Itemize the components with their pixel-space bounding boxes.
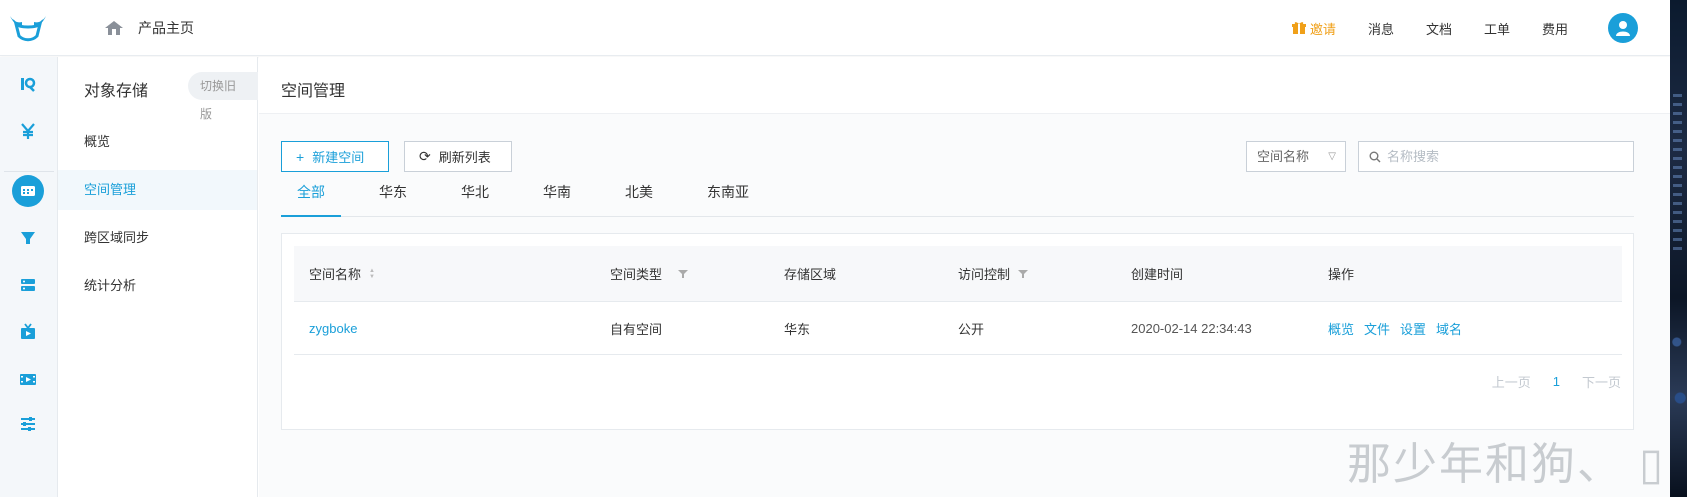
gift-icon (1291, 22, 1306, 34)
page-title: 空间管理 (281, 83, 346, 100)
column-header-type: 空间类型 (610, 246, 689, 301)
page-number-current[interactable]: 1 (1553, 374, 1560, 389)
column-header-created: 创建时间 (1131, 267, 1184, 282)
page-header: 空间管理 (259, 57, 1670, 114)
cdn-icon[interactable] (13, 222, 43, 252)
tab-east-china[interactable]: 华东 (363, 180, 423, 216)
bucket-name-link[interactable]: zygboke (309, 302, 357, 354)
search-icon (1369, 151, 1381, 162)
video-icon[interactable] (13, 364, 43, 394)
home-icon (105, 21, 123, 35)
column-header-name[interactable]: 空间名称 ▲ ▼ (309, 246, 375, 301)
chevron-down-icon: ▽ (1328, 151, 1336, 162)
tab-all[interactable]: 全部 (281, 180, 341, 217)
action-files-link[interactable]: 文件 (1364, 319, 1390, 338)
pagination: 上一页 1 下一页 (1470, 372, 1621, 391)
sidebar-item-bucket-management[interactable]: 空间管理 (58, 170, 257, 210)
console-app: 产品主页 邀请 消息 文档 工单 费用 对象存储 切换旧版 概览 空间管理 跨区… (0, 0, 1670, 497)
bucket-access: 公开 (958, 321, 985, 337)
sidebar-item-statistics[interactable]: 统计分析 (58, 266, 257, 306)
column-label: 空间名称 (309, 267, 362, 282)
billing-icon[interactable] (13, 116, 43, 146)
tab-north-china[interactable]: 华北 (445, 180, 505, 216)
column-header-access: 访问控制 (958, 246, 1029, 301)
search-field-select[interactable]: 空间名称 ▽ (1246, 141, 1346, 172)
storage-icon[interactable] (12, 175, 44, 207)
watermark-glyph: ▯ (1639, 439, 1666, 490)
top-bar: 产品主页 邀请 消息 文档 工单 费用 (0, 0, 1670, 56)
sidebar-item-cross-region-sync[interactable]: 跨区域同步 (58, 218, 257, 258)
action-domains-link[interactable]: 域名 (1436, 319, 1462, 338)
tab-south-china[interactable]: 华南 (527, 180, 587, 216)
watermark-text: 那少年和狗、 (1347, 439, 1623, 490)
desktop-background-edge (1670, 0, 1687, 497)
dashboard-icon[interactable] (13, 69, 43, 99)
docs-link[interactable]: 文档 (1426, 19, 1452, 38)
invite-label: 邀请 (1309, 21, 1336, 37)
next-page-button[interactable]: 下一页 (1582, 372, 1621, 391)
search-box (1358, 141, 1634, 172)
refresh-list-label: 刷新列表 (438, 150, 491, 165)
bucket-region: 华东 (784, 321, 811, 337)
sidebar-item-overview[interactable]: 概览 (58, 122, 257, 162)
bucket-actions: 概览 文件 设置 域名 (1328, 302, 1472, 354)
product-sidebar: 对象存储 切换旧版 概览 空间管理 跨区域同步 统计分析 (58, 57, 258, 497)
column-label: 访问控制 (958, 267, 1011, 282)
column-header-region: 存储区域 (784, 267, 837, 282)
refresh-icon: ⟳ (419, 148, 431, 164)
table-row: zygboke 自有空间 华东 公开 2020-02-14 22:34:43 概… (294, 302, 1622, 355)
action-settings-link[interactable]: 设置 (1400, 319, 1426, 338)
user-avatar[interactable] (1608, 13, 1638, 43)
plus-icon: + (296, 148, 305, 165)
action-overview-link[interactable]: 概览 (1328, 319, 1354, 338)
tab-north-america[interactable]: 北美 (609, 180, 669, 216)
tab-southeast-asia[interactable]: 东南亚 (691, 180, 765, 216)
tickets-link[interactable]: 工单 (1484, 19, 1510, 38)
region-tabs: 全部 华东 华北 华南 北美 东南亚 (281, 180, 1634, 217)
refresh-list-button[interactable]: ⟳ 刷新列表 (404, 141, 512, 172)
product-title: 对象存储 (84, 83, 149, 100)
new-bucket-label: 新建空间 (312, 150, 365, 165)
billing-link[interactable]: 费用 (1542, 19, 1568, 38)
qiniu-logo[interactable] (8, 12, 48, 44)
messages-link[interactable]: 消息 (1368, 19, 1394, 38)
user-icon (1616, 21, 1630, 36)
switch-old-version-button[interactable]: 切换旧版 (188, 72, 258, 121)
sort-icon[interactable]: ▲ ▼ (369, 268, 375, 280)
column-header-actions: 操作 (1328, 267, 1355, 282)
filter-icon[interactable] (1018, 269, 1029, 279)
search-field-value: 空间名称 (1257, 149, 1310, 164)
watermark: 那少年和狗、 ▯ (1347, 428, 1665, 492)
invite-link[interactable]: 邀请 (1291, 19, 1336, 38)
new-bucket-button[interactable]: + 新建空间 (281, 141, 389, 172)
settings-sliders-icon[interactable] (13, 409, 43, 439)
search-input[interactable] (1387, 149, 1617, 164)
bucket-table: 空间名称 ▲ ▼ 空间类型 存储区域 访问控制 创建时间 操作 zygboke 自… (281, 233, 1634, 430)
sidebar-divider (4, 171, 54, 172)
filter-icon[interactable] (678, 269, 689, 279)
table-header: 空间名称 ▲ ▼ 空间类型 存储区域 访问控制 创建时间 操作 (294, 246, 1622, 302)
icon-sidebar (0, 57, 58, 497)
compute-icon[interactable] (13, 270, 43, 300)
bucket-type: 自有空间 (610, 321, 663, 337)
product-home-link[interactable]: 产品主页 (104, 18, 194, 38)
column-label: 空间类型 (610, 267, 663, 282)
media-icon[interactable] (13, 317, 43, 347)
bucket-created-time: 2020-02-14 22:34:43 (1131, 320, 1252, 336)
prev-page-button[interactable]: 上一页 (1492, 372, 1531, 391)
top-nav: 邀请 消息 文档 工单 费用 (1260, 0, 1670, 56)
product-home-label: 产品主页 (138, 20, 194, 36)
